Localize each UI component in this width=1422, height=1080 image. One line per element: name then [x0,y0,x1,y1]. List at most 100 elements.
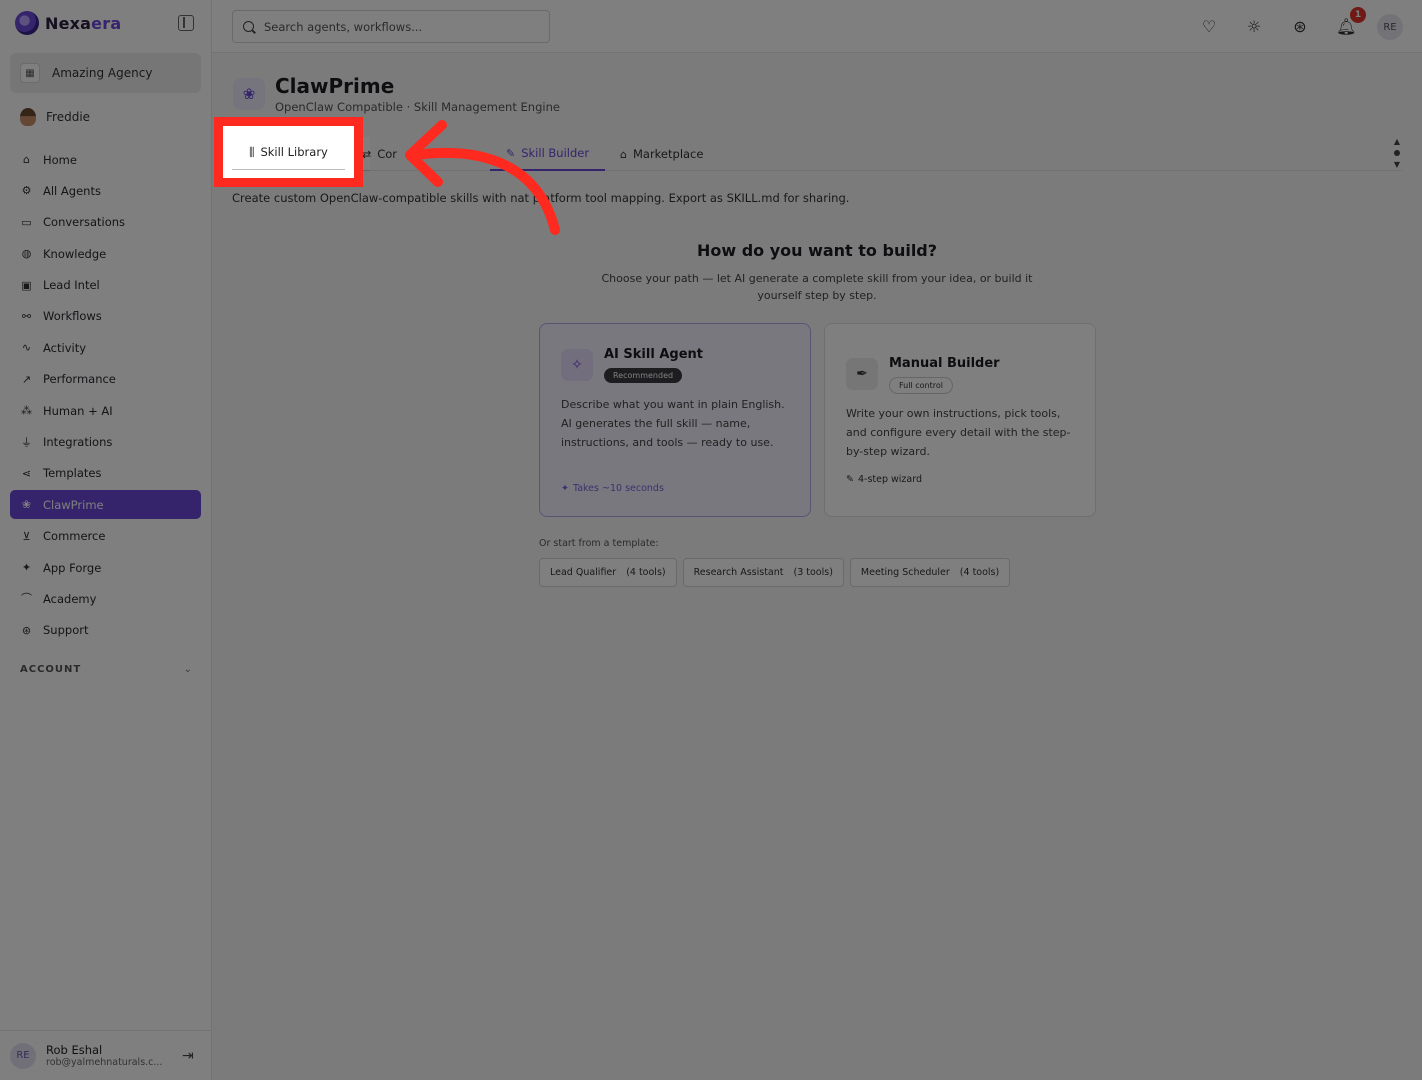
topbar: ♡ ☼ ⊛ 🔔︎ 1 RE [212,0,1422,53]
sidebar-item-label: Support [43,623,89,638]
integrations-icon: ⏚ [21,435,32,449]
agency-switcher[interactable]: ▦ Amazing Agency [10,53,201,93]
sidebar-item-label: Templates [43,466,102,481]
app-forge-icon: ✦ [21,561,32,575]
sidebar-item-app-forge[interactable]: ✦ App Forge [10,553,201,582]
template-name: Lead Qualifier [550,567,617,578]
sidebar-collapse-icon[interactable] [178,15,194,31]
heart-icon[interactable]: ♡ [1199,17,1219,37]
page-title: ClawPrime [275,74,395,98]
arrow-up-icon: ▲ [1393,137,1401,146]
sidebar-item-label: Workflows [43,309,102,324]
sidebar-item-performance[interactable]: ↗ Performance [10,365,201,394]
card-description: Describe what you want in plain English.… [561,398,785,449]
footer-avatar[interactable]: RE [10,1042,36,1069]
all-agents-icon: ⚙ [21,184,32,198]
search-input[interactable] [264,19,534,34]
sidebar: Nexaera ▦ Amazing Agency Freddie ⌂ Home ⚙ A… [0,0,212,1080]
knowledge-icon: ◍ [21,247,32,261]
activity-icon: ∿ [21,341,32,355]
sidebar-item-label: App Forge [43,560,102,575]
templates-icon: ⋖ [21,466,32,480]
card-footer: ✦ Takes ~10 seconds [561,483,664,494]
tab-skill-builder[interactable]: ✎ Skill Builder [490,137,606,171]
sidebar-item-home[interactable]: ⌂ Home [10,145,201,174]
sidebar-item-label: All Agents [43,183,101,198]
user-avatar [20,108,36,126]
store-icon: ⌂ [620,147,627,161]
sidebar-item-clawprime[interactable]: ❀ ClawPrime [10,490,201,520]
tab-bar: ⫼ Skill Library ⇄ Cor ✎ Skill Builder ⌂ … [232,137,1402,171]
agency-label: Amazing Agency [52,66,153,80]
sidebar-item-lead-intel[interactable]: ▣ Lead Intel [10,271,201,300]
card-title: AI Skill Agent [604,347,703,362]
tab-marketplace[interactable]: ⌂ Marketplace [610,137,713,171]
support-lifebuoy-icon[interactable]: ⊛ [1290,17,1310,37]
card-footer-text: 4-step wizard [857,474,922,485]
notification-badge: 1 [1350,7,1366,23]
commerce-icon: ⊻ [22,529,31,543]
ai-skill-agent-card[interactable]: ✧ AI Skill Agent Recommended Describe wh… [539,323,811,517]
account-label: ACCOUNT [20,664,82,675]
template-tool-count: (4 tools) [626,567,666,578]
highlighted-tab-label: Skill Library [260,145,328,159]
template-button[interactable]: Meeting Scheduler (4 tools) [849,558,1011,587]
account-section-toggle[interactable]: ACCOUNT ⌄ [20,664,192,675]
tab-label: Marketplace [632,147,704,161]
page-description: Create custom OpenClaw-compatible skills… [232,191,850,205]
build-subtitle: Choose your path — let AI generate a com… [601,272,1033,302]
page-subtitle: OpenClaw Compatible · Skill Management E… [275,100,560,114]
sidebar-footer: RE Rob Eshal rob@yalmehnaturals.c... ⇥ [0,1030,212,1080]
sidebar-item-human-ai[interactable]: ⁂ Human + AI [10,396,201,425]
sidebar-nav: ⌂ Home ⚙ All Agents ▭ Conversations ◍ Knowledge… [10,145,201,647]
brand-name: Nexaera [45,13,122,33]
footer-user-name: Rob Eshal [46,1043,103,1057]
support-icon: ⊛ [21,623,32,637]
arrow-down-icon: ▼ [1393,160,1401,169]
sidebar-item-academy[interactable]: ⌒ Academy [10,584,201,613]
template-tool-count: (3 tools) [793,567,833,578]
sidebar-item-integrations[interactable]: ⏚ Integrations [10,428,201,457]
template-name: Meeting Scheduler [860,567,950,578]
clawprime-icon: ❀ [233,78,265,110]
sidebar-item-knowledge[interactable]: ◍ Knowledge [10,239,201,268]
top-avatar[interactable]: RE [1377,14,1403,40]
sidebar-item-label: Activity [43,340,87,355]
user-switcher[interactable]: Freddie [20,108,90,126]
pen-tool-icon: ✒ [846,358,878,390]
sidebar-item-activity[interactable]: ∿ Activity [10,333,201,362]
compare-arrows-icon: ⇄ [362,147,372,161]
sidebar-item-commerce[interactable]: ⊻ Commerce [10,522,201,551]
sidebar-item-label: Academy [43,591,97,606]
sidebar-item-workflows[interactable]: ⚯ Workflows [10,302,201,331]
sidebar-item-all-agents[interactable]: ⚙ All Agents [10,176,201,205]
sidebar-item-conversations[interactable]: ▭ Conversations [10,208,201,237]
footer-user-info: Rob Eshal rob@yalmehnaturals.c... [46,1043,168,1068]
wrench-icon: ✎ [846,474,854,485]
template-button[interactable]: Research Assistant (3 tools) [682,558,844,587]
template-label: Or start from a template: [539,538,659,549]
sidebar-item-label: Human + AI [43,403,113,418]
app: Nexaera ▦ Amazing Agency Freddie ⌂ Home ⚙ A… [0,0,1422,1080]
card-title: Manual Builder [889,356,1000,371]
template-tool-count: (4 tools) [959,567,1000,578]
logout-icon[interactable]: ⇥ [182,1048,194,1064]
sidebar-item-support[interactable]: ⊛ Support [10,616,201,645]
tab-scroll-handle[interactable]: ▲ ▼ [1392,137,1402,169]
conversations-icon: ▭ [21,215,32,229]
sidebar-item-label: Conversations [43,215,126,230]
highlighted-tab-skill-library[interactable]: ⫼ Skill Library [223,126,354,178]
card-description: Write your own instructions, pick tools,… [846,407,1071,458]
sidebar-item-label: ClawPrime [43,497,104,512]
manual-builder-card[interactable]: ✒ Manual Builder Full control Write your… [824,323,1096,517]
nexaera-logo-icon [15,11,39,35]
sidebar-item-templates[interactable]: ⋖ Templates [10,459,201,488]
theme-sun-icon[interactable]: ☼ [1244,17,1264,37]
brand-logo[interactable]: Nexaera [15,10,121,36]
template-button[interactable]: Lead Qualifier (4 tools) [539,558,677,587]
books-icon: ⫼ [249,144,255,159]
academy-icon: ⌒ [21,592,32,606]
workflows-icon: ⚯ [21,309,32,323]
tab-compare[interactable]: ⇄ Cor [362,137,397,171]
sidebar-item-label: Commerce [43,529,106,544]
